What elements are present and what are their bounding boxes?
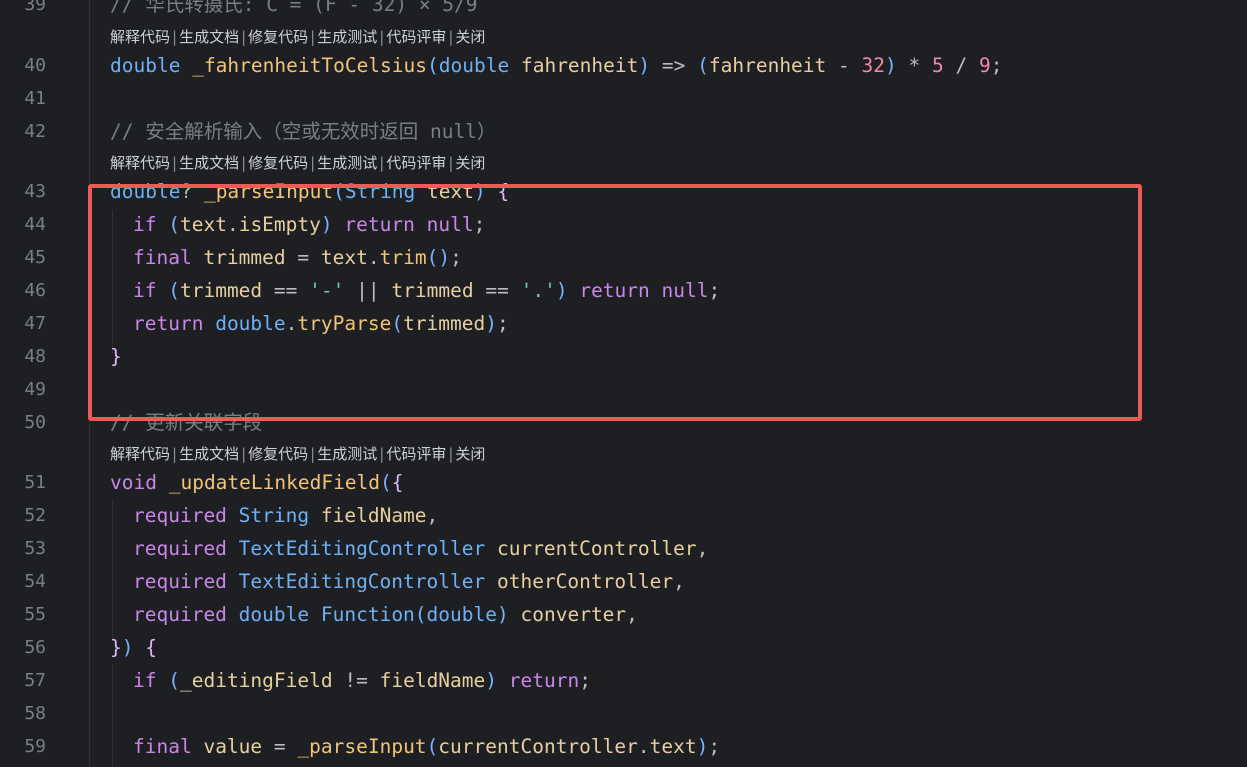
- line-number: 58: [24, 703, 46, 724]
- codelens-separator: |: [172, 28, 178, 46]
- line-number: 56: [24, 637, 46, 658]
- code-review-link[interactable]: 代码评审: [386, 154, 446, 172]
- generate-docs-link[interactable]: 生成文档: [179, 28, 239, 46]
- generate-docs-link[interactable]: 生成文档: [179, 445, 239, 463]
- line-number: 51: [24, 472, 46, 493]
- close-link[interactable]: 关闭: [455, 28, 485, 46]
- codelens-separator: |: [379, 28, 385, 46]
- code-line: required double Function(double) convert…: [133, 603, 638, 626]
- line-number: 46: [24, 280, 46, 301]
- codelens-separator: |: [310, 28, 316, 46]
- highlight-box: [88, 184, 1142, 421]
- generate-tests-link[interactable]: 生成测试: [317, 445, 377, 463]
- code-line: required TextEditingController otherCont…: [133, 570, 685, 593]
- explain-code-link[interactable]: 解释代码: [110, 445, 170, 463]
- line-number: 57: [24, 670, 46, 691]
- code-line: required TextEditingController currentCo…: [133, 537, 709, 560]
- explain-code-link[interactable]: 解释代码: [110, 154, 170, 172]
- codelens-separator: |: [310, 154, 316, 172]
- code-review-link[interactable]: 代码评审: [386, 28, 446, 46]
- line-number: 42: [24, 121, 46, 142]
- code-review-link[interactable]: 代码评审: [386, 445, 446, 463]
- line-number: 50: [24, 412, 46, 433]
- codelens-separator: |: [448, 154, 454, 172]
- line-number: 53: [24, 538, 46, 559]
- codelens-separator: |: [241, 28, 247, 46]
- codelens-separator: |: [379, 154, 385, 172]
- code-line: void _updateLinkedField({: [110, 471, 404, 494]
- line-number: 54: [24, 571, 46, 592]
- line-number: 47: [24, 313, 46, 334]
- fix-code-link[interactable]: 修复代码: [248, 445, 308, 463]
- codelens-separator: |: [241, 445, 247, 463]
- generate-tests-link[interactable]: 生成测试: [317, 28, 377, 46]
- fix-code-link[interactable]: 修复代码: [248, 28, 308, 46]
- indent-guide: [112, 500, 113, 640]
- codelens-bar: 解释代码 | 生成文档 | 修复代码 | 生成测试 | 代码评审 | 关闭: [110, 27, 485, 47]
- indent-guide: [112, 664, 113, 767]
- generate-tests-link[interactable]: 生成测试: [317, 154, 377, 172]
- line-number: 49: [24, 379, 46, 400]
- codelens-separator: |: [448, 28, 454, 46]
- codelens-separator: |: [448, 445, 454, 463]
- line-number: 52: [24, 505, 46, 526]
- line-number: 41: [24, 88, 46, 109]
- codelens-separator: |: [241, 154, 247, 172]
- code-editor[interactable]: 39 // 华氏转摄氏: C = (F - 32) × 5/9 解释代码 | 生成文…: [0, 0, 1247, 767]
- explain-code-link[interactable]: 解释代码: [110, 28, 170, 46]
- codelens-bar: 解释代码 | 生成文档 | 修复代码 | 生成测试 | 代码评审 | 关闭: [110, 444, 485, 464]
- line-number: 43: [24, 181, 46, 202]
- codelens-separator: |: [172, 445, 178, 463]
- codelens-separator: |: [379, 445, 385, 463]
- code-line: if (_editingField != fieldName) return;: [133, 669, 591, 692]
- fix-code-link[interactable]: 修复代码: [248, 154, 308, 172]
- code-line: final value = _parseInput(currentControl…: [133, 735, 721, 758]
- close-link[interactable]: 关闭: [455, 154, 485, 172]
- line-number: 40: [24, 55, 46, 76]
- codelens-separator: |: [172, 154, 178, 172]
- code-line: // 安全解析输入（空或无效时返回 null）: [110, 120, 497, 143]
- codelens-separator: |: [310, 445, 316, 463]
- line-number: 39: [24, 0, 46, 15]
- code-line: // 华氏转摄氏: C = (F - 32) × 5/9: [110, 0, 478, 16]
- code-line: double _fahrenheitToCelsius(double fahre…: [110, 54, 1003, 77]
- line-number: 48: [24, 346, 46, 367]
- line-number: 44: [24, 214, 46, 235]
- line-number: 59: [24, 736, 46, 757]
- line-number: 55: [24, 604, 46, 625]
- line-number: 45: [24, 247, 46, 268]
- code-line: }) {: [110, 636, 157, 659]
- close-link[interactable]: 关闭: [455, 445, 485, 463]
- generate-docs-link[interactable]: 生成文档: [179, 154, 239, 172]
- codelens-bar: 解释代码 | 生成文档 | 修复代码 | 生成测试 | 代码评审 | 关闭: [110, 153, 485, 173]
- code-line: required String fieldName,: [133, 504, 439, 527]
